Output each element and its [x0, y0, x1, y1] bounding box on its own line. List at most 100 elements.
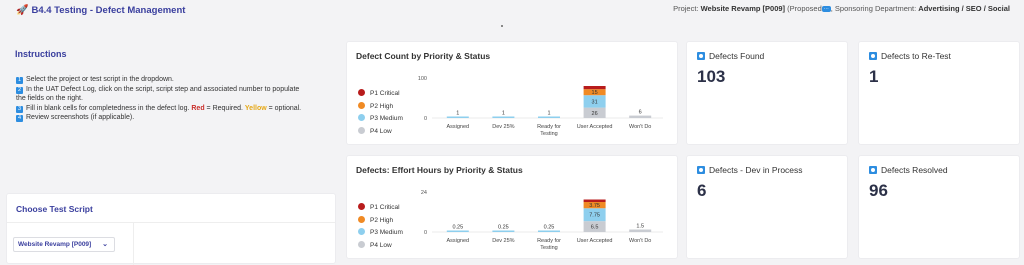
info-icon	[697, 52, 705, 60]
x-tick-label: Ready for	[537, 238, 561, 244]
y-tick-label: 0	[424, 230, 427, 236]
bar-segment	[583, 86, 606, 90]
divider-vertical	[133, 222, 134, 265]
number-2-icon: 2	[16, 86, 23, 94]
project-status: (Proposed	[785, 4, 822, 13]
instruction-step: 3 Fill in blank cells for completedness i…	[16, 104, 336, 114]
bar-segment	[538, 116, 560, 118]
data-label: 31	[592, 99, 598, 105]
x-tick-label: Testing	[540, 245, 557, 251]
project-value: Website Revamp [P009]	[700, 4, 786, 13]
data-label: 15	[592, 90, 598, 96]
kpi-label-text: Defects Resolved	[881, 165, 948, 175]
choose-title: Choose Test Script	[16, 204, 93, 214]
bar-segment	[446, 230, 469, 232]
page-title-text: B4.4 Testing - Defect Management	[31, 5, 186, 16]
x-tick-label: Ready for	[537, 124, 561, 130]
x-tick-label: Assigned	[446, 124, 469, 130]
data-label: 1	[502, 111, 505, 117]
instruction-step: 1 Select the project or test script in th…	[16, 75, 336, 85]
kpi-label: Defects to Re-Test	[869, 51, 951, 61]
y-tick-label: 100	[418, 76, 427, 82]
sponsor-value: Advertising / SEO / Social	[918, 4, 1010, 13]
instruction-step: 4 Review screenshots (if applicable).	[16, 113, 336, 123]
data-label: 1	[456, 111, 459, 117]
kpi-label-text: Defects Found	[709, 51, 765, 61]
info-icon	[869, 166, 877, 174]
info-icon	[869, 52, 877, 60]
project-meta: Project: Website Revamp [P009] (Proposed…	[673, 4, 1010, 13]
instructions-title: Instructions	[15, 49, 67, 59]
kpi-defects-dev-in-process[interactable]: Defects - Dev in Process 6	[686, 155, 848, 259]
instructions-list: 1 Select the project or test script in th…	[16, 75, 336, 123]
test-script-select[interactable]: Website Revamp [P009] ⌄	[13, 237, 115, 252]
bar-segment	[538, 230, 560, 232]
kpi-value: 103	[697, 67, 726, 86]
x-tick-label: Testing	[540, 131, 557, 137]
info-icon	[697, 166, 705, 174]
divider	[7, 222, 335, 223]
effort-hours-chart-card: Defects: Effort Hours by Priority & Stat…	[346, 155, 678, 259]
required-label: Red	[191, 104, 205, 112]
bar-segment	[492, 116, 515, 118]
kpi-value: 96	[869, 181, 888, 200]
kpi-defects-to-retest[interactable]: Defects to Re-Test 1	[858, 41, 1020, 145]
kpi-label: Defects - Dev in Process	[697, 165, 803, 175]
bar-segment	[446, 116, 469, 118]
select-value: Website Revamp [P009]	[18, 241, 92, 248]
y-tick-label: 0	[424, 116, 427, 122]
data-label: 26	[592, 111, 598, 117]
data-label: 0.25	[544, 225, 555, 231]
bar-segment	[629, 229, 652, 232]
bar-segment	[583, 199, 606, 202]
instructions-panel: Instructions 1 Select the project or test…	[8, 40, 336, 190]
x-tick-label: User Accepted	[577, 124, 613, 130]
data-label: 0.25	[452, 225, 463, 231]
y-tick-label: 24	[421, 190, 427, 196]
x-tick-label: Dev 25%	[492, 124, 514, 130]
page-title: 🚀 B4.4 Testing - Defect Management	[16, 5, 185, 16]
kpi-defects-resolved[interactable]: Defects Resolved 96	[858, 155, 1020, 259]
instruction-text: Fill in blank cells for completedness in…	[26, 104, 192, 112]
instruction-step-cont: the fields on the right.	[16, 95, 83, 103]
top-bar: 🚀 B4.4 Testing - Defect Management Proje…	[0, 0, 1024, 24]
chevron-down-icon: ⌄	[102, 241, 108, 248]
kpi-value: 6	[697, 181, 707, 200]
x-tick-label: Won't Do	[629, 124, 651, 130]
instruction-step: 2 In the UAT Defect Log, click on the scr…	[16, 85, 336, 95]
instruction-text: In the UAT Defect Log, click on the scri…	[26, 85, 300, 93]
data-label: 1.5	[636, 224, 644, 230]
number-4-icon: 4	[16, 115, 23, 123]
data-label: 6	[639, 110, 642, 116]
defect-count-chart-card: Defect Count by Priority & Status P1 Cri…	[346, 41, 678, 145]
bar-segment	[629, 115, 652, 118]
bar-segment	[492, 230, 515, 232]
handle-dot	[501, 25, 503, 27]
number-1-icon: 1	[16, 77, 23, 84]
rocket-icon: 🚀	[16, 5, 29, 16]
instruction-text: = Required.	[204, 104, 245, 112]
x-tick-label: User Accepted	[577, 238, 613, 244]
project-label: Project:	[673, 4, 701, 13]
kpi-value: 1	[869, 67, 879, 86]
status-pill-icon: ···	[821, 6, 831, 13]
instruction-text: Review screenshots (if applicable).	[26, 114, 135, 122]
kpi-label: Defects Resolved	[869, 165, 948, 175]
kpi-defects-found[interactable]: Defects Found 103	[686, 41, 848, 145]
data-label: 3.75	[589, 203, 600, 209]
x-tick-label: Won't Do	[629, 238, 651, 244]
optional-label: Yellow	[244, 104, 267, 112]
data-label: 0.25	[498, 225, 509, 231]
x-tick-label: Dev 25%	[492, 238, 514, 244]
sponsor-label: , Sponsoring Department:	[830, 4, 919, 13]
instruction-text: = optional.	[266, 104, 302, 112]
data-label: 7.75	[589, 213, 600, 219]
data-label: 1	[547, 111, 550, 117]
effort-hours-chart: 0 24 Assigned Dev 25% Ready forTesting User A…	[421, 190, 663, 251]
x-tick-label: Assigned	[446, 238, 469, 244]
instruction-text: Select the project or test script in the…	[26, 76, 174, 83]
kpi-label-text: Defects to Re-Test	[881, 51, 951, 61]
defect-count-chart: 0 100 Assigned Dev 25% Ready forTesting User …	[418, 76, 663, 137]
kpi-label-text: Defects - Dev in Process	[709, 165, 803, 175]
kpi-label: Defects Found	[697, 51, 764, 61]
